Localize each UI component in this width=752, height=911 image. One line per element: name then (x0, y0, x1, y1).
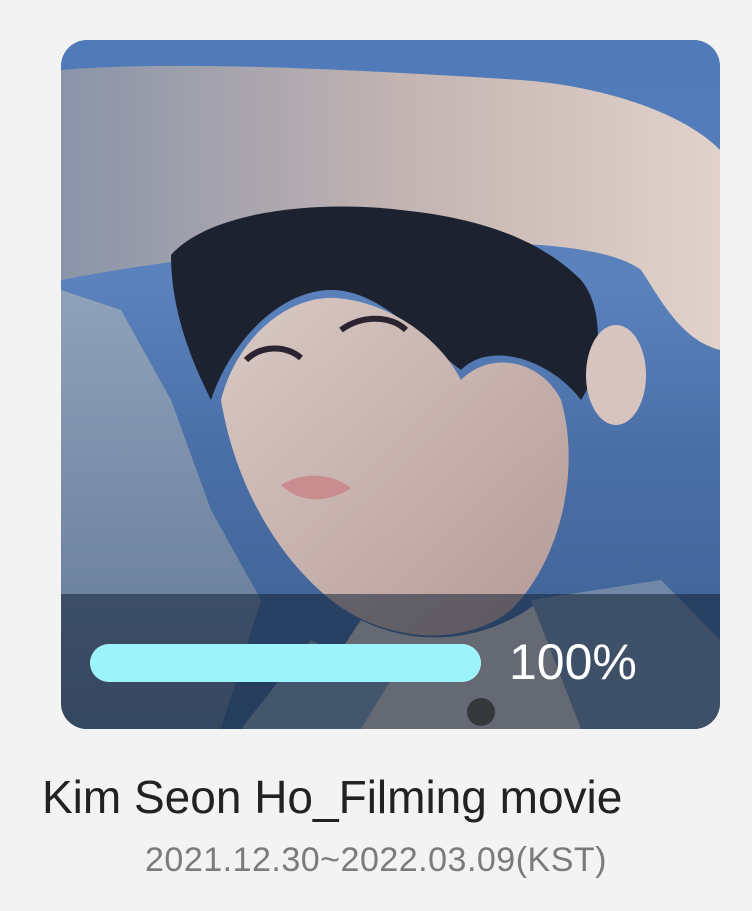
progress-bar (90, 644, 481, 682)
project-card[interactable]: 100% Kim Seon Ho_Filming movie 2021.12.3… (0, 0, 752, 911)
progress-percent-label: 100% (509, 634, 637, 690)
project-photo[interactable]: 100% (61, 40, 720, 729)
project-title[interactable]: Kim Seon Ho_Filming movie (0, 768, 752, 826)
progress-bar-fill (90, 644, 481, 682)
project-date-range: 2021.12.30~2022.03.09(KST) (145, 841, 607, 879)
project-title-text: Kim Seon Ho_Filming movie (42, 771, 623, 823)
